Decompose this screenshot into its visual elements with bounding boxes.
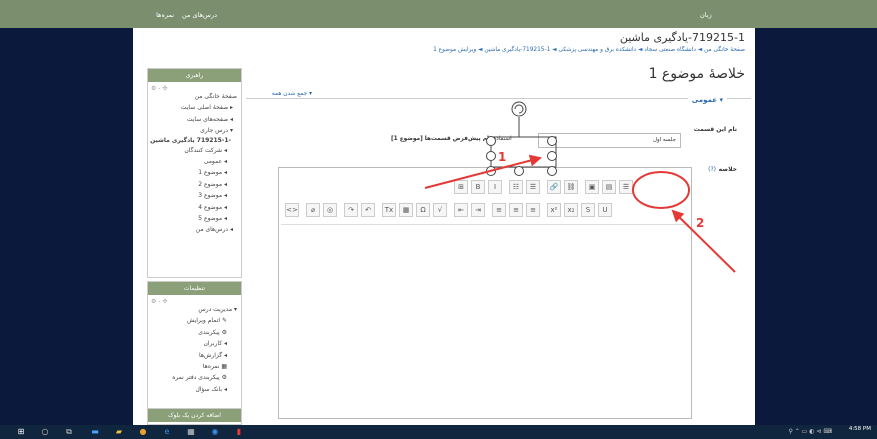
use-default-label: استفاده [493,136,512,142]
settings-grades[interactable]: ▦ نمره‌ها [152,361,237,372]
tb-align-center-icon[interactable]: ≡ [509,203,523,217]
settings-turn-editing-off[interactable]: ✎ اتمام ویرایش [152,315,237,326]
summary-label: خلاصه [718,166,737,173]
breadcrumb[interactable]: صفحهٔ خانگی من ◄ دانشگاه صنعتی سجاد ◄ دا… [433,47,745,53]
task-view-icon[interactable]: ⧉ [64,427,74,437]
tb-align-right-icon[interactable]: ≡ [492,203,506,217]
windows-taskbar: ⊞ ○ ⧉ ▬ ▰ ● e ▦ ◉ ▮ ⚲ ⌃ ▭ ◐ ⊲ ⌨ 4:58 PM [0,425,877,439]
my-courses-link[interactable]: درس‌های من [182,11,217,19]
tb-italic-icon[interactable]: I [488,180,502,194]
tb-toggle-icon[interactable]: ⊞ [454,180,468,194]
clock[interactable]: 4:58 PM [849,426,871,432]
store-icon[interactable]: ▦ [186,427,196,437]
settings-block: تنظیمات ⚙ - ✣ ▾ مدیریت درس ✎ اتمام ویرای… [147,281,242,421]
tb-special-char-icon[interactable]: Ω [416,203,430,217]
nav-item-current-course[interactable]: ▾ درس جاری [152,125,237,136]
tb-media-icon[interactable]: ▤ [602,180,616,194]
tb-bold-icon[interactable]: B [471,180,485,194]
add-block-title: اضافه کردن یک بلوک [148,409,241,422]
tb-link-icon[interactable]: 🔗 [547,180,561,194]
add-block[interactable]: اضافه کردن یک بلوک [147,408,242,425]
folder-icon[interactable]: ▰ [114,427,124,437]
nav-item-general[interactable]: ◂ عمومی [152,156,237,167]
tb-subscript-icon[interactable]: x₂ [564,203,578,217]
nav-item-site-pages[interactable]: ◂ صفحه‌های سایت [152,114,237,125]
block-tools-icon[interactable]: ⚙ - ✣ [151,298,167,305]
tb-align-left-icon[interactable]: ≡ [526,203,540,217]
summary-editor: ⊞ B I ☷ ☰ 🔗 ⛓ ▣ ▤ ☰ <> ⌀ ◎ ↷ ↶ Tx ▦ Ω √ … [278,167,692,419]
course-title: 719215-1-یادگیری ماشین [619,31,745,44]
tb-indent-icon[interactable]: ⇤ [454,203,468,217]
telegram-icon[interactable]: ◉ [210,427,220,437]
tb-image-icon[interactable]: ▣ [585,180,599,194]
search-icon[interactable]: ○ [40,427,50,437]
edge-icon[interactable]: e [162,427,172,437]
language-menu[interactable]: زبان [700,11,712,19]
nav-item-course[interactable]: -719215-1 یادگیری ماشین [150,137,237,145]
settings-question-bank[interactable]: ◂ بانک سؤال [152,384,237,395]
editor-toolbar-row-1: ⊞ B I ☷ ☰ 🔗 ⛓ ▣ ▤ ☰ [454,180,633,194]
help-icon[interactable]: (?) [708,166,716,173]
settings-block-title: تنظیمات [148,282,241,295]
tb-underline-icon[interactable]: U [598,203,612,217]
firefox-icon[interactable]: ● [138,427,148,437]
nav-item-my-courses[interactable]: ◂ درس‌های من [152,224,237,235]
system-tray[interactable]: ⚲ ⌃ ▭ ◐ ⊲ ⌨ [788,428,832,435]
nav-item-participants[interactable]: ◂ شرکت کنندگان [152,145,237,156]
settings-gradebook-setup[interactable]: ⚙ پیکربندی دفتر نمره [152,372,237,383]
tb-equation-icon[interactable]: √ [433,203,447,217]
tb-outdent-icon[interactable]: ⇥ [471,203,485,217]
settings-course-admin[interactable]: ▾ مدیریت درس [152,304,237,315]
nav-item-topic-1[interactable]: ◂ موضوع 1 [152,167,237,178]
nav-item-topic-5[interactable]: ◂ موضوع 5 [152,213,237,224]
section-name-input[interactable]: جلسه اول [538,133,681,148]
general-legend[interactable]: ▾ عمومی [687,96,727,104]
file-explorer-icon[interactable]: ▬ [90,427,100,437]
start-icon[interactable]: ⊞ [16,427,26,437]
page-title: خلاصهٔ موضوع 1 [648,66,745,82]
tb-strikethrough-icon[interactable]: S [581,203,595,217]
navigation-block-title: راهبری [148,69,241,82]
tb-screenreader-icon[interactable]: ◎ [323,203,337,217]
block-tools-icon[interactable]: ⚙ - ✣ [151,85,167,92]
tb-table-icon[interactable]: ▦ [399,203,413,217]
tb-superscript-icon[interactable]: x² [547,203,561,217]
grades-link[interactable]: نمره‌ها [156,11,174,19]
tb-undo-icon[interactable]: ↶ [361,203,375,217]
tb-clear-format-icon[interactable]: Tx [382,203,396,217]
settings-edit-settings[interactable]: ⚙ پیکربندی [152,327,237,338]
nav-item-site-home[interactable]: ▸ صفحهٔ اصلی سایت [152,102,237,113]
tb-redo-icon[interactable]: ↷ [344,203,358,217]
annotation-label-2: 2 [696,216,705,230]
page-content: 719215-1-یادگیری ماشین صفحهٔ خانگی من ◄ … [133,28,755,425]
tb-accessibility-icon[interactable]: ⌀ [306,203,320,217]
settings-users[interactable]: ◂ کاربران [152,338,237,349]
nav-item-home[interactable]: صفحهٔ خانگی من [152,91,237,102]
top-navbar: درس‌های من نمره‌ها زبان [0,0,877,28]
tb-unlink-icon[interactable]: ⛓ [564,180,578,194]
use-default-checkbox[interactable]: استفاده نام پیش‌فرض قسمت‌ها [موضوع 1] [391,136,512,142]
pdf-icon[interactable]: ▮ [234,427,244,437]
editor-content-area[interactable] [281,224,689,416]
tb-numbered-list-icon[interactable]: ☰ [526,180,540,194]
section-name-label: نام این قسمت [693,126,737,133]
nav-item-topic-2[interactable]: ◂ موضوع 2 [152,179,237,190]
settings-reports[interactable]: ◂ گزارش‌ها [152,350,237,361]
collapse-all-link[interactable]: ▾ جمع شدن همه [272,91,312,97]
nav-item-topic-4[interactable]: ◂ موضوع 4 [152,202,237,213]
navigation-block: راهبری ⚙ - ✣ صفحهٔ خانگی من ▸ صفحهٔ اصلی… [147,68,242,278]
tb-bullet-list-icon[interactable]: ☷ [509,180,523,194]
annotation-label-1: 1 [498,150,507,164]
tb-files-icon[interactable]: ☰ [619,180,633,194]
nav-item-topic-3[interactable]: ◂ موضوع 3 [152,190,237,201]
editor-toolbar-row-2: <> ⌀ ◎ ↷ ↶ Tx ▦ Ω √ ⇤ ⇥ ≡ ≡ ≡ x² x₂ S U [285,203,612,217]
default-section-name: نام پیش‌فرض قسمت‌ها [موضوع 1] [391,136,492,142]
tb-html-icon[interactable]: <> [285,203,299,217]
top-nav-links: درس‌های من نمره‌ها [156,11,217,19]
